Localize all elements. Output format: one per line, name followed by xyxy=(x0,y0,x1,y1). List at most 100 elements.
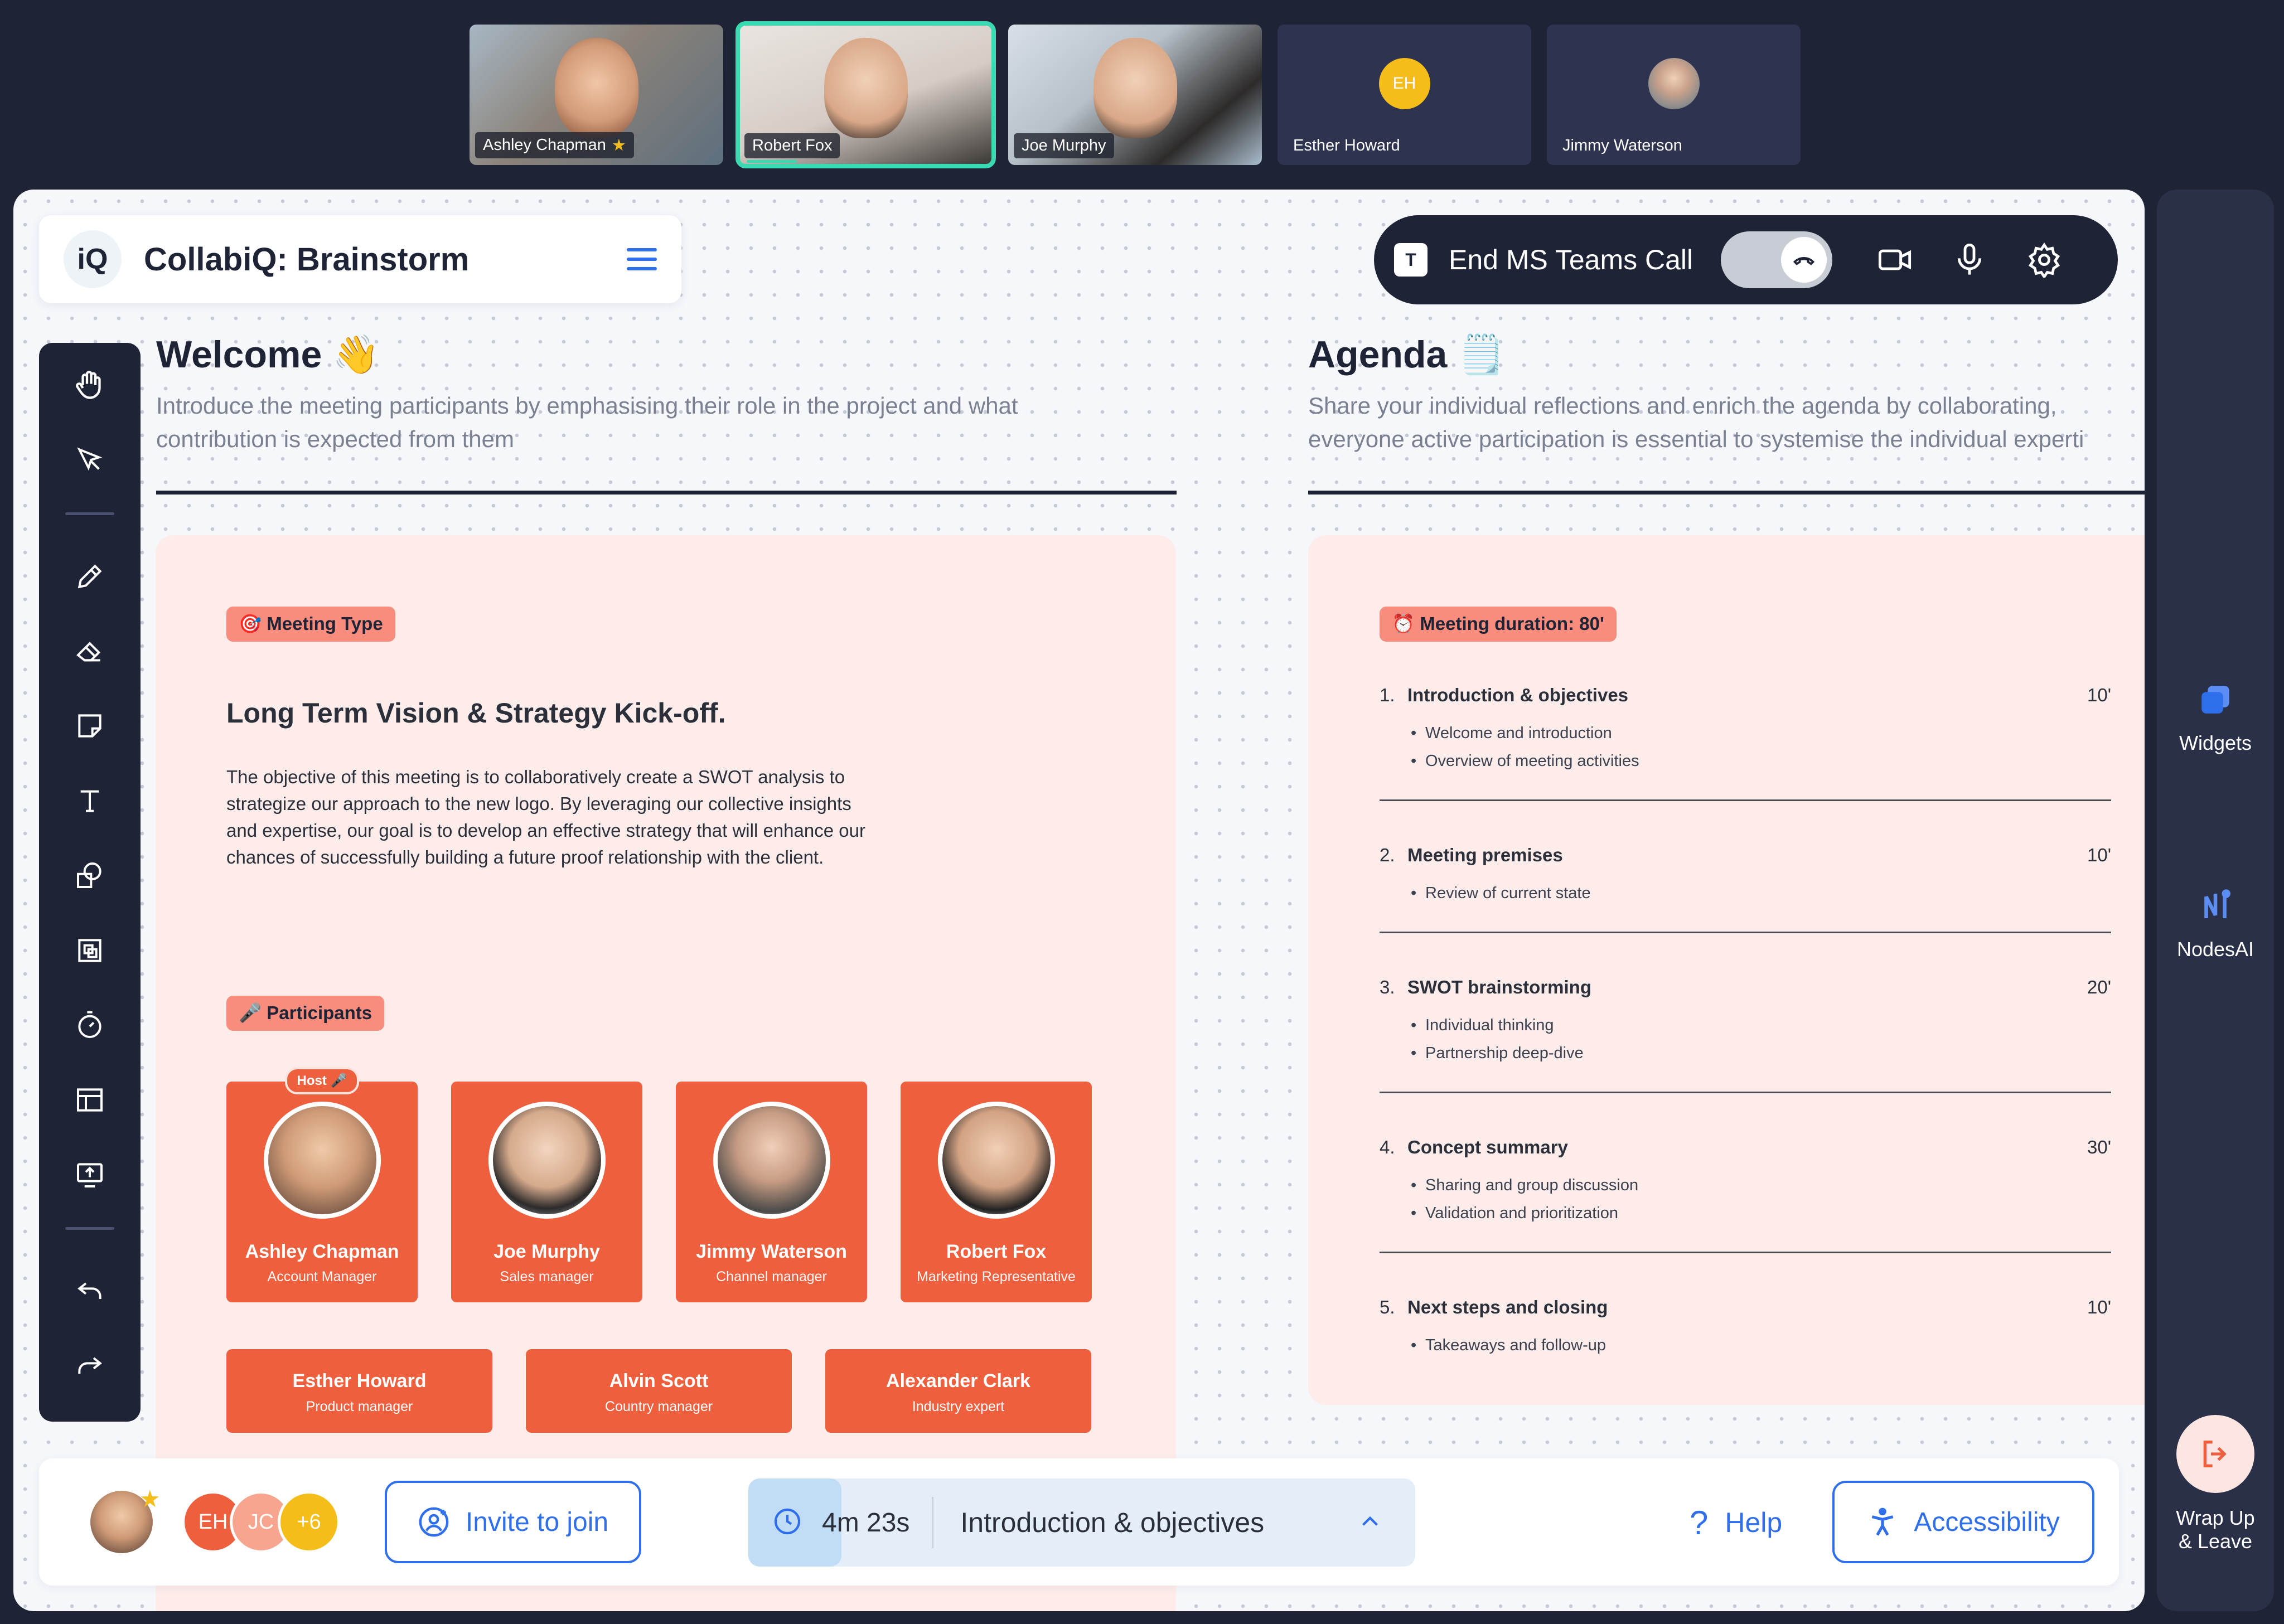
invite-label: Invite to join xyxy=(465,1507,609,1537)
agenda-item-title: SWOT brainstorming xyxy=(1407,977,1591,997)
agenda-timer[interactable]: 4m 23s Introduction & objectives xyxy=(748,1478,1415,1567)
participant-card[interactable]: Joe Murphy Sales manager xyxy=(451,1082,642,1302)
participant-tile[interactable]: Ashley Chapman ★ xyxy=(470,25,723,165)
agenda-item[interactable]: 5. Next steps and closing 10' Takeaways … xyxy=(1380,1297,2111,1359)
hand-icon[interactable] xyxy=(70,366,109,404)
tool-rail xyxy=(39,343,141,1422)
agenda-subtitle-line: Share your individual reflections and en… xyxy=(1308,392,2057,419)
agenda-item-number: 1. xyxy=(1380,685,1395,705)
invite-button[interactable]: Invite to join xyxy=(385,1481,641,1563)
settings-icon[interactable] xyxy=(2026,242,2062,278)
nodesai-icon xyxy=(2196,886,2235,925)
participant-card[interactable]: Robert Fox Marketing Representative xyxy=(901,1082,1092,1302)
widgets-button[interactable]: Widgets xyxy=(2157,680,2274,755)
leave-button[interactable]: Wrap Up & Leave xyxy=(2157,1415,2274,1553)
pencil-icon[interactable] xyxy=(70,558,109,595)
agenda-subitems: Review of current state xyxy=(1380,879,2111,907)
select-pointer-icon[interactable] xyxy=(70,441,109,479)
text-icon[interactable] xyxy=(70,782,109,820)
participant-card-name: Alvin Scott xyxy=(609,1370,709,1392)
agenda-title: Agenda 🗒️ xyxy=(1308,333,1505,376)
accessibility-icon xyxy=(1872,1507,1894,1536)
participant-card[interactable]: Jimmy Waterson Channel manager xyxy=(676,1082,867,1302)
teams-icon: T xyxy=(1394,243,1428,277)
agenda-item-number: 2. xyxy=(1380,845,1395,865)
avatar xyxy=(263,1102,381,1219)
avatar-stack[interactable]: EH JC +6 xyxy=(182,1491,340,1553)
help-button[interactable]: ? Help xyxy=(1690,1478,1782,1567)
camera-icon[interactable] xyxy=(1877,242,1913,278)
undo-icon[interactable] xyxy=(70,1272,109,1310)
widgets-label: Widgets xyxy=(2179,731,2252,754)
participant-tile[interactable]: EH Esther Howard xyxy=(1278,25,1531,165)
question-icon: ? xyxy=(1690,1504,1709,1541)
app-logo: iQ xyxy=(64,230,122,288)
timer-icon[interactable] xyxy=(70,1006,109,1044)
agenda-subtitle-line: everyone active participation is essenti… xyxy=(1308,426,2084,452)
participant-card-role: Marketing Representative xyxy=(917,1269,1076,1284)
divider xyxy=(65,512,114,516)
participant-tile[interactable]: Jimmy Waterson xyxy=(1547,25,1801,165)
frame-icon[interactable] xyxy=(70,932,109,969)
agenda-item-number: 4. xyxy=(1380,1137,1395,1157)
agenda-item-number: 5. xyxy=(1380,1297,1395,1317)
participant-card[interactable]: Alexander Clark Industry expert xyxy=(825,1349,1091,1433)
agenda-item-header: 1. Introduction & objectives 10' xyxy=(1380,685,2111,706)
share-screen-icon[interactable] xyxy=(70,1156,109,1194)
welcome-subtitle-line: contribution is expected from them xyxy=(156,426,514,452)
add-user-icon xyxy=(419,1507,449,1537)
leave-label: Wrap Up xyxy=(2176,1506,2255,1529)
participant-video xyxy=(554,38,638,138)
participant-card-name: Jimmy Waterson xyxy=(696,1241,847,1262)
welcome-title: Welcome 👋 xyxy=(156,333,380,376)
agenda-subitem: Partnership deep-dive xyxy=(1411,1039,2111,1067)
end-call-toggle[interactable] xyxy=(1721,231,1833,288)
template-icon[interactable] xyxy=(70,1081,109,1119)
host-badge: Host 🎤 xyxy=(284,1067,360,1094)
sticky-note-icon[interactable] xyxy=(70,707,109,745)
meeting-type-pill: 🎯 Meeting Type xyxy=(226,607,395,642)
eraser-icon[interactable] xyxy=(70,632,109,670)
welcome-card[interactable]: 🎯 Meeting Type Long Term Vision & Strate… xyxy=(156,535,1176,1611)
agenda-item[interactable]: 4. Concept summary 30' Sharing and group… xyxy=(1380,1137,2111,1227)
participant-card[interactable]: Esther Howard Product manager xyxy=(226,1349,492,1433)
avatar xyxy=(713,1102,830,1219)
chevron-up-icon[interactable] xyxy=(1356,1507,1384,1538)
agenda-subitems: Takeaways and follow-up xyxy=(1380,1331,2111,1359)
participant-card[interactable]: Host 🎤 Ashley Chapman Account Manager xyxy=(226,1067,418,1302)
leave-label: & Leave xyxy=(2178,1530,2253,1553)
agenda-item-duration: 20' xyxy=(2087,977,2111,997)
agenda-item-duration: 10' xyxy=(2087,1297,2111,1317)
participant-name-text: Ashley Chapman xyxy=(483,136,606,154)
nodesai-label: NodesAI xyxy=(2176,938,2254,961)
microphone-icon[interactable] xyxy=(1952,242,1987,278)
agenda-subitem: Review of current state xyxy=(1411,879,2111,907)
agenda-item-header: 4. Concept summary 30' xyxy=(1380,1137,2111,1158)
agenda-divider xyxy=(1308,491,2145,495)
agenda-subitem: Welcome and introduction xyxy=(1411,719,2111,747)
participant-tile-active[interactable]: Robert Fox xyxy=(735,21,996,168)
whiteboard-canvas[interactable]: iQ CollabiQ: Brainstorm T End MS Teams C… xyxy=(13,190,2145,1611)
participant-tile[interactable]: Joe Murphy xyxy=(1008,25,1262,165)
welcome-divider xyxy=(156,491,1177,495)
current-agenda-step: Introduction & objectives xyxy=(960,1507,1265,1538)
agenda-item[interactable]: 1. Introduction & objectives 10' Welcome… xyxy=(1380,685,2111,775)
participant-cards-compact: Esther Howard Product manager Alvin Scot… xyxy=(226,1349,1091,1433)
menu-icon[interactable] xyxy=(627,248,657,270)
agenda-item[interactable]: 2. Meeting premises 10' Review of curren… xyxy=(1380,845,2111,907)
nodesai-button[interactable]: NodesAI xyxy=(2157,886,2274,961)
accessibility-button[interactable]: Accessibility xyxy=(1832,1481,2094,1563)
participant-card-name: Esther Howard xyxy=(292,1370,427,1392)
participant-card[interactable]: Alvin Scott Country manager xyxy=(526,1349,792,1433)
agenda-subitem: Sharing and group discussion xyxy=(1411,1171,2111,1199)
agenda-divider xyxy=(1380,932,2111,933)
app-title: CollabiQ: Brainstorm xyxy=(144,241,470,278)
agenda-card[interactable]: ⏰ Meeting duration: 80' 1. Introduction … xyxy=(1308,535,2145,1405)
agenda-item-title: Concept summary xyxy=(1407,1137,1568,1157)
avatar xyxy=(488,1102,606,1219)
agenda-item[interactable]: 3. SWOT brainstorming 20' Individual thi… xyxy=(1380,977,2111,1067)
shapes-icon[interactable] xyxy=(70,856,109,894)
divider xyxy=(65,1227,114,1230)
redo-icon[interactable] xyxy=(70,1347,109,1385)
speaking-indicator xyxy=(747,160,797,163)
